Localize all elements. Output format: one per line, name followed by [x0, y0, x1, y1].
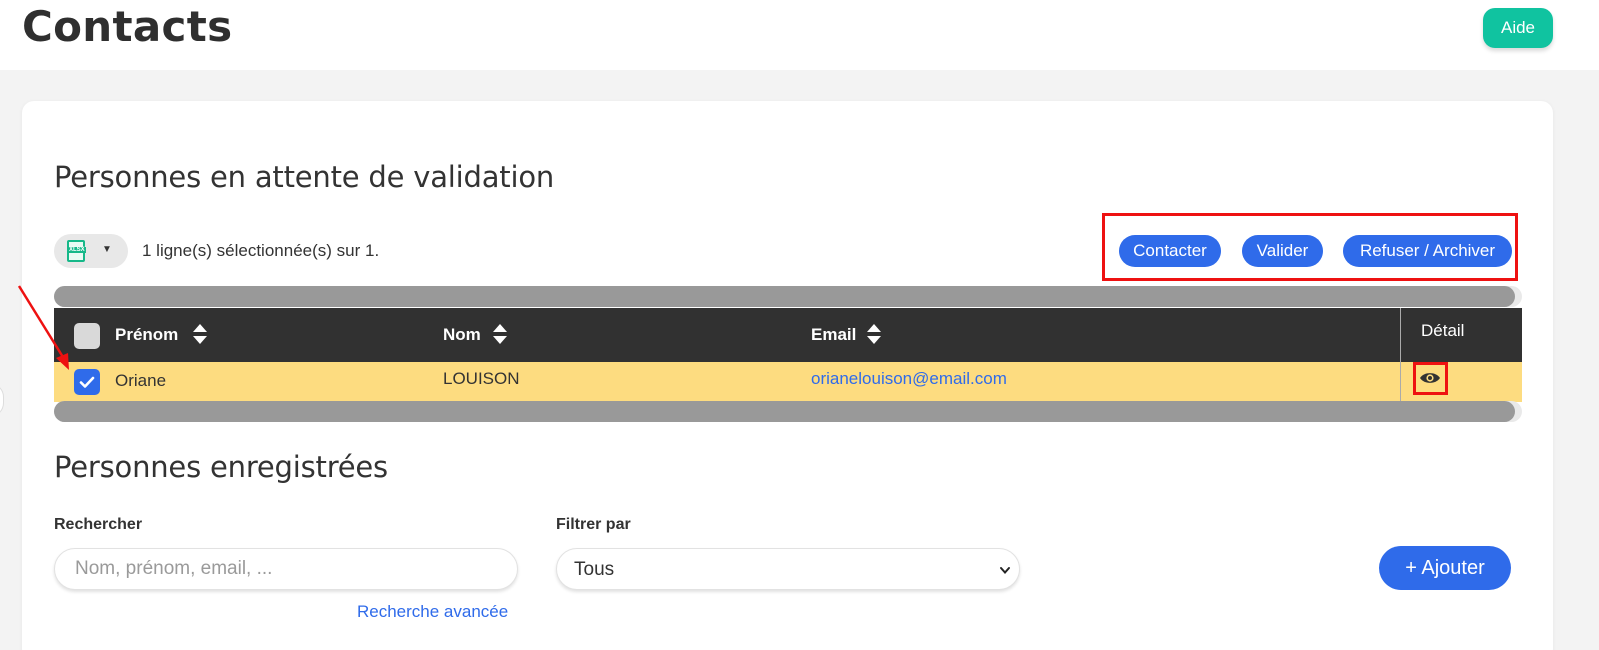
top-bar [0, 0, 1599, 70]
annotation-arrow [17, 285, 69, 370]
add-button[interactable]: + Ajouter [1379, 546, 1511, 590]
select-all-checkbox[interactable] [74, 323, 100, 349]
horizontal-scrollbar-top[interactable] [54, 286, 1522, 307]
sort-icon[interactable] [866, 323, 882, 345]
page-title: Contacts [22, 2, 233, 51]
registered-section-title: Personnes enregistrées [54, 450, 388, 484]
column-header-email[interactable]: Email [811, 325, 856, 345]
row-checkbox[interactable] [74, 369, 100, 395]
filter-label: Filtrer par [556, 516, 631, 533]
filter-selected-value: Tous [574, 559, 615, 580]
caret-down-icon: ▼ [102, 244, 112, 255]
xlsx-file-icon: XLSX [67, 240, 86, 262]
search-label: Rechercher [54, 516, 143, 533]
table-row[interactable] [54, 362, 1522, 402]
advanced-search-link[interactable]: Recherche avancée [357, 602, 508, 622]
side-panel-handle[interactable] [0, 383, 4, 417]
search-input[interactable] [54, 548, 518, 590]
sort-icon[interactable] [192, 323, 208, 345]
pending-section-title: Personnes en attente de validation [54, 160, 555, 194]
reject-archive-button[interactable]: Refuser / Archiver [1343, 235, 1512, 267]
validate-button[interactable]: Valider [1242, 235, 1323, 267]
column-header-detail: Détail [1421, 321, 1465, 340]
scrollbar-thumb[interactable] [54, 401, 1515, 422]
column-header-last-name[interactable]: Nom [443, 325, 481, 345]
selection-count-text: 1 ligne(s) sélectionnée(s) sur 1. [142, 241, 380, 260]
table-header [54, 308, 1522, 362]
detail-column-divider [1400, 308, 1401, 402]
scrollbar-thumb[interactable] [54, 286, 1515, 307]
eye-icon[interactable] [1419, 370, 1441, 386]
export-dropdown-button[interactable]: XLSX ▼ [54, 234, 128, 268]
horizontal-scrollbar-bottom[interactable] [54, 401, 1522, 422]
cell-last-name: LOUISON [443, 369, 520, 388]
chevron-down-icon [1000, 567, 1010, 575]
sort-icon[interactable] [492, 323, 508, 345]
help-button[interactable]: Aide [1483, 8, 1553, 48]
cell-first-name: Oriane [115, 371, 167, 390]
cell-email-link[interactable]: orianelouison@email.com [811, 369, 1007, 389]
filter-select[interactable]: Tous [556, 548, 1020, 590]
check-icon [79, 376, 95, 388]
contact-button[interactable]: Contacter [1119, 235, 1221, 267]
column-header-first-name[interactable]: Prénom [115, 325, 178, 345]
